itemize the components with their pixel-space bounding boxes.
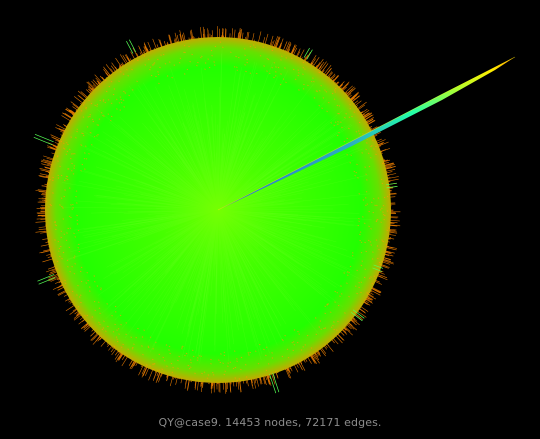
graph-caption: QY@case9. 14453 nodes, 72171 edges.: [158, 416, 382, 429]
graph-visualization: [33, 26, 516, 394]
